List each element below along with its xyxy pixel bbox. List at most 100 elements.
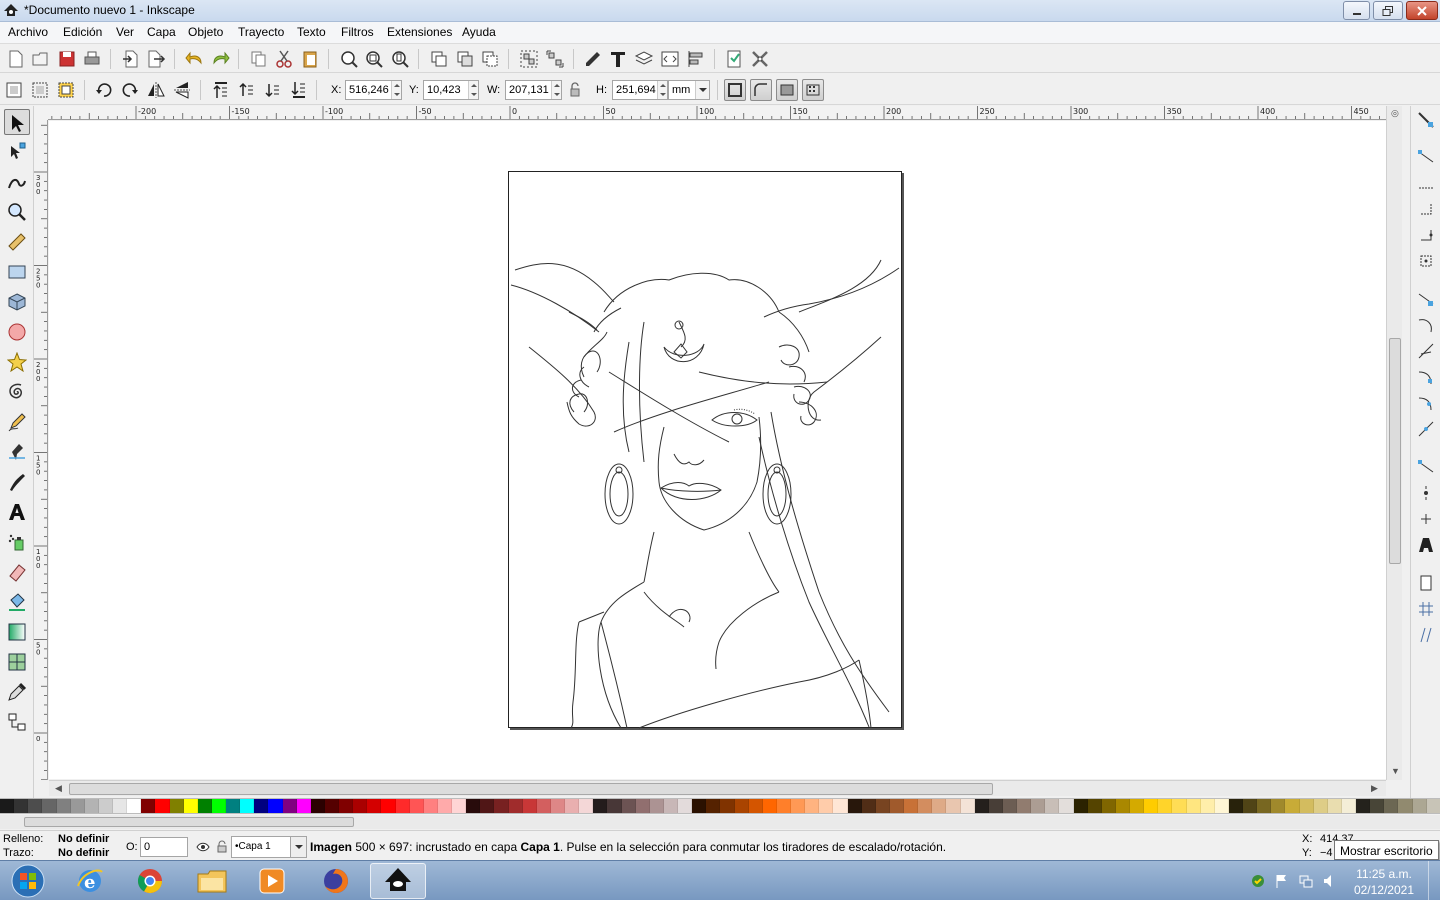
copy-icon[interactable] (249, 49, 269, 69)
menu-objeto[interactable]: Objeto (188, 25, 223, 39)
palette-swatch[interactable] (1398, 799, 1413, 813)
palette-swatch[interactable] (536, 799, 551, 813)
snap-intersections-icon[interactable] (1417, 342, 1435, 360)
ellipse-tool[interactable] (4, 319, 30, 345)
palette-swatch[interactable] (1370, 799, 1385, 813)
color-palette[interactable] (0, 798, 1440, 814)
palette-swatch[interactable] (649, 799, 664, 813)
stroke-value[interactable]: No definir (58, 847, 109, 859)
palette-swatch[interactable] (1313, 799, 1328, 813)
palette-swatch[interactable] (1059, 799, 1074, 813)
palette-swatch[interactable] (480, 799, 495, 813)
palette-swatch[interactable] (522, 799, 537, 813)
lower-icon[interactable] (262, 80, 282, 100)
palette-swatch[interactable] (1144, 799, 1159, 813)
palette-swatch[interactable] (946, 799, 961, 813)
zoom-corner-icon[interactable]: ◎ (1391, 108, 1399, 119)
raise-icon[interactable] (236, 80, 256, 100)
snap-midpoint-icon[interactable] (1417, 420, 1435, 438)
w-spinbox[interactable]: 207,131 (505, 80, 562, 100)
menu-edicion[interactable]: Edición (63, 25, 102, 39)
cut-icon[interactable] (274, 49, 294, 69)
taskbar-internet-explorer[interactable]: e (62, 863, 118, 899)
rotate-ccw-icon[interactable] (94, 80, 114, 100)
layer-selector[interactable]: •Capa 1 (231, 836, 307, 858)
system-clock[interactable]: 11:25 a.m. 02/12/2021 (1354, 866, 1414, 898)
dropper-tool[interactable] (4, 679, 30, 705)
print-icon[interactable] (82, 49, 102, 69)
palette-swatch[interactable] (607, 799, 622, 813)
spray-tool[interactable] (4, 529, 30, 555)
invert-selection-icon[interactable] (56, 80, 76, 100)
palette-swatch[interactable] (875, 799, 890, 813)
palette-swatch[interactable] (593, 799, 608, 813)
paint-bucket-tool[interactable] (4, 589, 30, 615)
rotate-cw-icon[interactable] (120, 80, 140, 100)
palette-swatch[interactable] (932, 799, 947, 813)
scale-patterns-toggle[interactable] (802, 79, 824, 101)
snap-nodes-icon[interactable] (1417, 290, 1435, 308)
palette-swatch[interactable] (197, 799, 212, 813)
scale-corners-toggle[interactable] (750, 79, 772, 101)
palette-swatch[interactable] (155, 799, 170, 813)
fill-stroke-icon[interactable] (583, 49, 603, 69)
text-tool[interactable] (4, 499, 30, 525)
palette-swatch[interactable] (466, 799, 481, 813)
h-spinbox[interactable]: 251,694 (612, 80, 668, 100)
snap-guides-icon[interactable] (1417, 626, 1435, 644)
palette-swatch[interactable] (847, 799, 862, 813)
taskbar-firefox[interactable] (308, 863, 364, 899)
snap-paths-icon[interactable] (1417, 316, 1435, 334)
palette-swatch[interactable] (748, 799, 763, 813)
palette-swatch[interactable] (1045, 799, 1060, 813)
snap-others-icon[interactable] (1417, 458, 1435, 476)
palette-swatch[interactable] (14, 799, 29, 813)
flip-vertical-icon[interactable] (172, 80, 192, 100)
palette-swatch[interactable] (339, 799, 354, 813)
palette-swatch[interactable] (42, 799, 57, 813)
snap-page-icon[interactable] (1417, 574, 1435, 592)
select-all-layers-icon[interactable] (30, 80, 50, 100)
palette-scroll-thumb[interactable] (24, 817, 354, 827)
snap-center-icon[interactable] (1417, 484, 1435, 502)
menu-filtros[interactable]: Filtros (341, 25, 374, 39)
palette-swatch[interactable] (395, 799, 410, 813)
tweak-tool[interactable] (4, 169, 30, 195)
taskbar-inkscape[interactable] (370, 863, 426, 899)
palette-swatch[interactable] (960, 799, 975, 813)
palette-swatch[interactable] (127, 799, 142, 813)
rectangle-tool[interactable] (4, 259, 30, 285)
palette-swatch[interactable] (988, 799, 1003, 813)
palette-swatch[interactable] (579, 799, 594, 813)
star-tool[interactable] (4, 349, 30, 375)
horizontal-scroll-thumb[interactable] (69, 783, 993, 795)
palette-swatch[interactable] (1228, 799, 1243, 813)
horizontal-ruler[interactable]: -200 -150 -100 -50 0 50 100 150 200 250 300 350 400 4… (48, 106, 1386, 120)
palette-swatch[interactable] (84, 799, 99, 813)
palette-swatch[interactable] (1214, 799, 1229, 813)
volume-icon[interactable] (1322, 873, 1338, 889)
palette-swatch[interactable] (791, 799, 806, 813)
minimize-button[interactable] (1343, 1, 1370, 20)
palette-swatch[interactable] (28, 799, 43, 813)
layers-icon[interactable] (634, 49, 654, 69)
vertical-ruler[interactable]: 300250200150100500 (34, 120, 48, 780)
palette-swatch[interactable] (508, 799, 523, 813)
palette-swatch[interactable] (113, 799, 128, 813)
zoom-drawing-icon[interactable] (364, 49, 384, 69)
close-button[interactable] (1406, 1, 1438, 20)
palette-swatch[interactable] (353, 799, 368, 813)
embedded-line-art-image[interactable] (509, 172, 903, 729)
group-icon[interactable] (519, 49, 539, 69)
spiral-tool[interactable] (4, 379, 30, 405)
palette-swatch[interactable] (1017, 799, 1032, 813)
menu-texto[interactable]: Texto (297, 25, 326, 39)
palette-swatch[interactable] (918, 799, 933, 813)
palette-swatch[interactable] (621, 799, 636, 813)
menu-capa[interactable]: Capa (147, 25, 176, 39)
unit-dropdown-arrow[interactable] (695, 81, 709, 99)
taskbar-chrome[interactable] (122, 863, 178, 899)
action-center-flag-icon[interactable] (1274, 873, 1290, 889)
lock-layer-icon[interactable] (216, 840, 228, 854)
menu-extensiones[interactable]: Extensiones (387, 25, 452, 39)
